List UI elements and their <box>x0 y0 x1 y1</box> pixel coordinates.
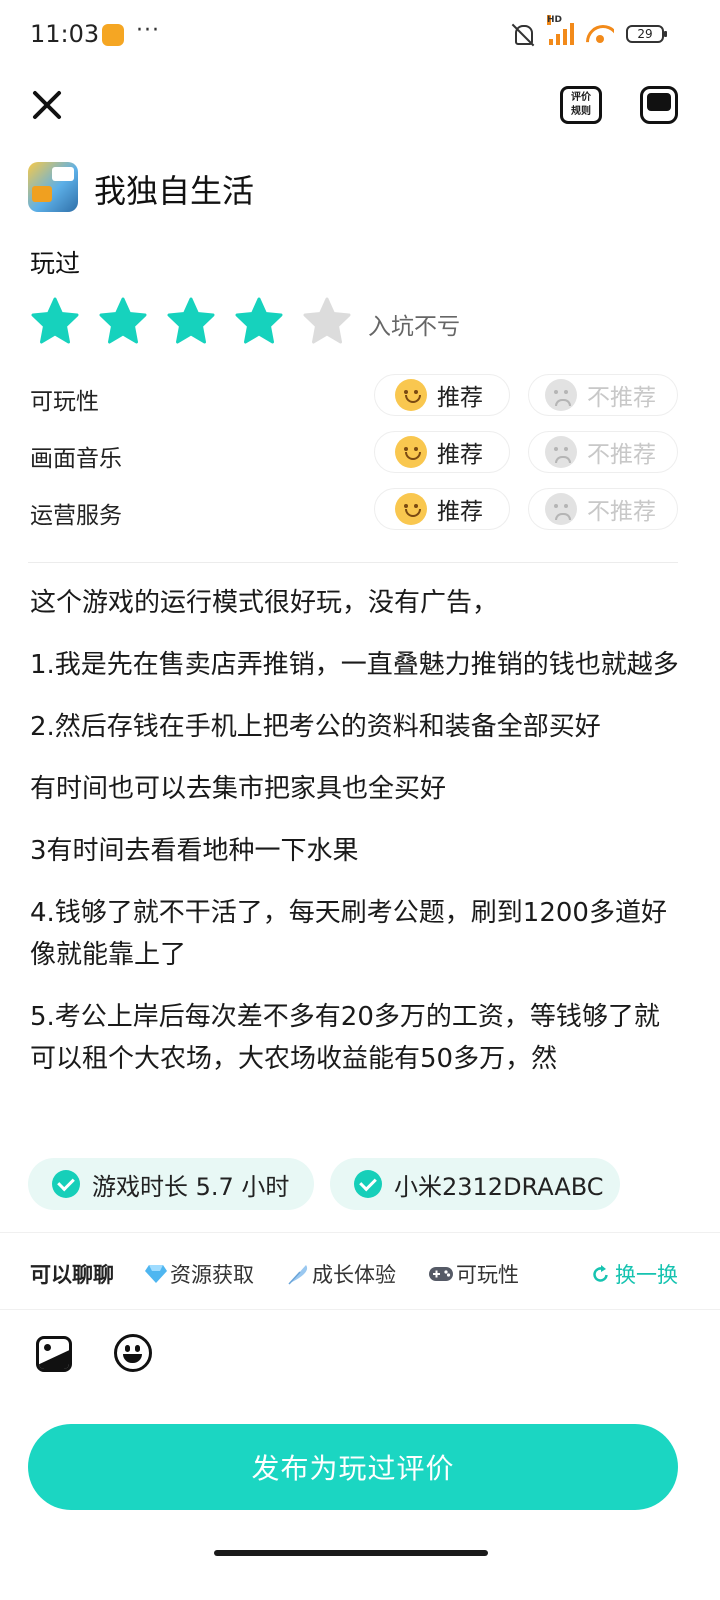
happy-face-icon <box>395 436 427 468</box>
topic-growth[interactable]: 成长体验 <box>286 1259 396 1289</box>
close-icon[interactable] <box>28 86 66 124</box>
recommend-label: 推荐 <box>437 385 483 411</box>
emoji-icon[interactable] <box>114 1334 152 1372</box>
star-icon[interactable] <box>30 296 80 346</box>
happy-face-icon <box>395 379 427 411</box>
image-icon[interactable] <box>36 1336 72 1372</box>
sad-face-icon <box>545 436 577 468</box>
signal-icon: HD <box>547 15 574 45</box>
review-paragraph: 5.考公上岸后每次差不多有20多万的工资，等钱够了就可以租个大农场，大农场收益能… <box>30 1002 660 1074</box>
review-status-label: 玩过 <box>30 249 81 278</box>
aspect-label: 画面音乐 <box>30 446 122 472</box>
not-recommend-label: 不推荐 <box>587 385 656 411</box>
review-paragraph: 1.我是先在售卖店弄推销，一直叠魅力推销的钱也就越多 <box>30 650 679 680</box>
star-rating[interactable] <box>30 296 352 346</box>
playtime-label: 游戏时长 5.7 小时 <box>92 1172 290 1201</box>
recommend-label: 推荐 <box>437 442 483 468</box>
draft-box-icon[interactable] <box>640 86 678 124</box>
topic-label: 可玩性 <box>456 1263 519 1287</box>
mute-icon <box>509 22 537 46</box>
aspect-label: 运营服务 <box>30 503 122 529</box>
aspect-row-gameplay: 可玩性 推荐 不推荐 <box>0 374 720 418</box>
network-label: HD <box>547 15 563 25</box>
not-recommend-button[interactable]: 不推荐 <box>528 431 678 473</box>
battery-icon: 29 <box>626 25 667 43</box>
refresh-topics-button[interactable]: 换一换 <box>591 1259 678 1289</box>
game-app-icon <box>28 162 78 212</box>
topic-chat[interactable]: 可以聊聊 <box>30 1259 114 1289</box>
not-recommend-button[interactable]: 不推荐 <box>528 488 678 530</box>
divider <box>28 562 678 563</box>
recommend-label: 推荐 <box>437 499 483 525</box>
review-paragraph: 2.然后存钱在手机上把考公的资料和装备全部买好 <box>30 712 601 742</box>
aspect-label: 可玩性 <box>30 389 99 415</box>
home-indicator[interactable] <box>214 1550 488 1556</box>
review-paragraph: 这个游戏的运行模式很好玩，没有广告， <box>30 588 499 618</box>
playtime-tag[interactable]: 游戏时长 5.7 小时 <box>28 1158 314 1210</box>
star-icon[interactable] <box>166 296 216 346</box>
check-icon <box>354 1170 382 1198</box>
review-text-input[interactable]: 这个游戏的运行模式很好玩，没有广告， 1.我是先在售卖店弄推销，一直叠魅力推销的… <box>30 582 680 1130</box>
status-time: 11:03 <box>30 20 100 48</box>
rules-label-line1: 评价 <box>571 92 591 103</box>
topic-suggestions: 可以聊聊 资源获取 成长体验 可玩性 换一换 <box>0 1232 720 1310</box>
sad-face-icon <box>545 379 577 411</box>
rating-description: 入坑不亏 <box>368 314 460 340</box>
topic-label: 资源获取 <box>170 1263 254 1287</box>
not-recommend-button[interactable]: 不推荐 <box>528 374 678 416</box>
device-label: 小米2312DRAABC <box>394 1172 604 1201</box>
app-notification-icon <box>102 24 124 46</box>
review-paragraph: 4.钱够了就不干活了，每天刷考公题，刷到1200多道好像就能靠上了 <box>30 898 667 970</box>
feather-icon <box>288 1265 308 1285</box>
diamond-icon <box>145 1265 167 1283</box>
refresh-icon <box>593 1265 608 1282</box>
review-paragraph: 有时间也可以去集市把家具也全买好 <box>30 774 447 804</box>
sad-face-icon <box>545 493 577 525</box>
gamepad-icon <box>429 1267 453 1281</box>
topic-label: 成长体验 <box>312 1263 396 1287</box>
game-title: 我独自生活 <box>94 172 255 210</box>
topic-playability[interactable]: 可玩性 <box>428 1259 519 1289</box>
more-notifications-icon: ··· <box>136 18 160 43</box>
not-recommend-label: 不推荐 <box>587 442 656 468</box>
recommend-button[interactable]: 推荐 <box>374 431 510 473</box>
star-icon[interactable] <box>98 296 148 346</box>
topic-resource[interactable]: 资源获取 <box>144 1259 254 1289</box>
device-tag[interactable]: 小米2312DRAABC <box>330 1158 620 1210</box>
star-icon[interactable] <box>302 296 352 346</box>
aspect-row-operation-service: 运营服务 推荐 不推荐 <box>0 488 720 532</box>
review-rules-button[interactable]: 评价 规则 <box>560 86 602 124</box>
publish-review-button[interactable]: 发布为玩过评价 <box>28 1424 678 1510</box>
recommend-button[interactable]: 推荐 <box>374 374 510 416</box>
aspect-row-graphics-music: 画面音乐 推荐 不推荐 <box>0 431 720 475</box>
not-recommend-label: 不推荐 <box>587 499 656 525</box>
status-bar: 11:03 ··· HD 29 <box>0 0 720 72</box>
star-icon[interactable] <box>234 296 284 346</box>
recommend-button[interactable]: 推荐 <box>374 488 510 530</box>
refresh-label: 换一换 <box>615 1263 678 1287</box>
rules-label-line2: 规则 <box>571 106 591 117</box>
wifi-icon <box>586 23 614 45</box>
happy-face-icon <box>395 493 427 525</box>
status-icons: HD 29 <box>509 15 667 46</box>
review-paragraph: 3有时间去看看地种一下水果 <box>30 836 359 866</box>
check-icon <box>52 1170 80 1198</box>
